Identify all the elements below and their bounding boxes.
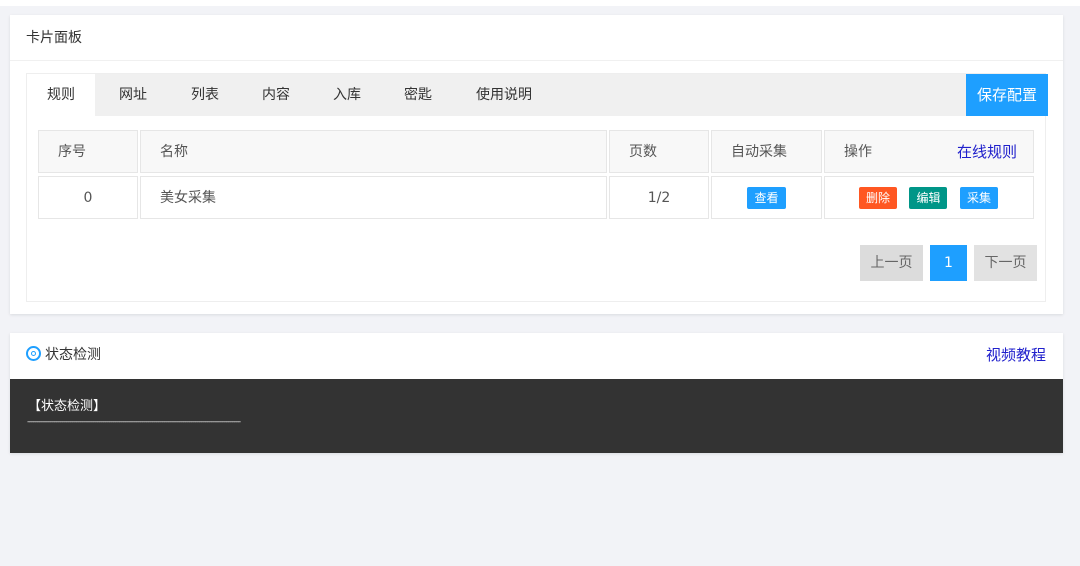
card-title: 卡片面板 xyxy=(10,15,1063,61)
status-console: 【状态检测】 ---------------------------------… xyxy=(10,379,1063,453)
status-panel: 状态检测 视频教程 【状态检测】 -----------------------… xyxy=(10,333,1063,453)
col-header-auto: 自动采集 xyxy=(711,130,822,173)
status-panel-title: 状态检测 xyxy=(45,347,101,363)
cell-name: 美女采集 xyxy=(140,176,607,219)
status-panel-header: 状态检测 视频教程 xyxy=(10,333,1063,379)
edit-button[interactable]: 编辑 xyxy=(909,187,948,209)
cell-auto: 查看 xyxy=(711,176,822,219)
pager-prev-button[interactable]: 上一页 xyxy=(860,245,923,281)
tab-list[interactable]: 列表 xyxy=(169,74,241,116)
ops-header-label: 操作 xyxy=(844,144,872,160)
online-rules-link[interactable]: 在线规则 xyxy=(957,131,1017,174)
console-title: 【状态检测】 xyxy=(28,399,107,414)
target-circle-icon xyxy=(26,346,41,361)
col-header-name: 名称 xyxy=(140,130,607,173)
console-divider-line: ----------------------------------------… xyxy=(27,417,241,427)
pager-next-button[interactable]: 下一页 xyxy=(974,245,1037,281)
tab-bar: 规则 网址 列表 内容 入库 密匙 使用说明 保存配置 xyxy=(27,74,1048,116)
pager-current-page[interactable]: 1 xyxy=(930,245,967,281)
cell-pages: 1/2 xyxy=(609,176,709,219)
tab-container: 规则 网址 列表 内容 入库 密匙 使用说明 保存配置 序号 名称 页数 自动采… xyxy=(26,73,1048,302)
tab-storage[interactable]: 入库 xyxy=(311,74,383,116)
col-header-pages: 页数 xyxy=(609,130,709,173)
tab-rules[interactable]: 规则 xyxy=(27,74,95,116)
delete-button[interactable]: 删除 xyxy=(859,187,898,209)
cell-ops: 删除 编辑 采集 xyxy=(824,176,1034,219)
top-strip xyxy=(0,0,1080,6)
tab-content[interactable]: 内容 xyxy=(241,74,311,116)
col-header-ops: 操作 在线规则 xyxy=(824,130,1034,173)
cell-index: 0 xyxy=(38,176,138,219)
video-tutorial-link[interactable]: 视频教程 xyxy=(986,333,1046,377)
collect-button[interactable]: 采集 xyxy=(959,187,998,209)
view-button[interactable]: 查看 xyxy=(747,187,786,209)
tab-urls[interactable]: 网址 xyxy=(99,74,167,116)
col-header-index: 序号 xyxy=(38,130,138,173)
save-config-button[interactable]: 保存配置 xyxy=(966,74,1048,116)
tab-instructions[interactable]: 使用说明 xyxy=(459,74,549,116)
card-panel: 卡片面板 规则 网址 列表 内容 入库 密匙 使用说明 保存配置 序号 名称 页… xyxy=(10,15,1063,314)
tab-key[interactable]: 密匙 xyxy=(383,74,453,116)
